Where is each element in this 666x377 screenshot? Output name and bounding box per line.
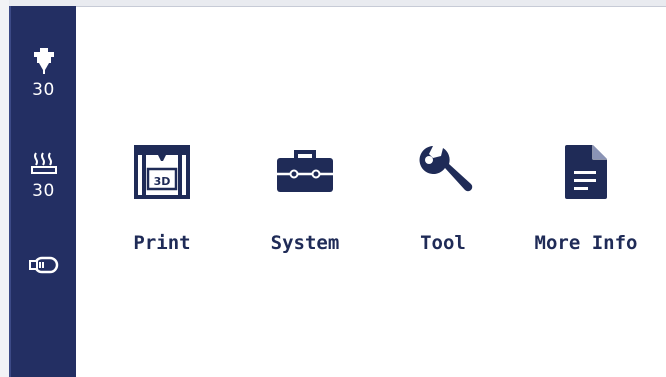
bed-status: 30 [11,151,76,201]
print-label: Print [133,232,191,254]
printer-3d-icon: 3D [130,140,194,204]
tool-label: Tool [420,232,466,254]
wrench-icon [411,140,475,204]
heated-bed-icon [30,151,57,175]
nozzle-icon [32,48,56,74]
printer-screen: 30 30 3D Print System Tool More Info [0,0,666,377]
filament-status[interactable] [11,256,76,274]
toolbox-icon [273,140,337,204]
document-icon [554,140,618,204]
nozzle-status: 30 [11,48,76,100]
system-button[interactable]: System [240,140,370,280]
more-info-label: More Info [534,232,638,254]
screen-top-edge [0,0,666,7]
screen-left-edge [0,0,9,377]
tool-button[interactable]: Tool [378,140,508,280]
svg-text:3D: 3D [154,175,171,188]
more-info-button[interactable]: More Info [521,140,651,280]
system-label: System [270,232,340,254]
filament-spool-icon[interactable] [28,256,59,274]
status-sidebar: 30 30 [9,6,76,377]
bed-temperature: 30 [32,181,55,201]
print-button[interactable]: 3D Print [97,140,227,280]
nozzle-temperature: 30 [32,80,55,100]
